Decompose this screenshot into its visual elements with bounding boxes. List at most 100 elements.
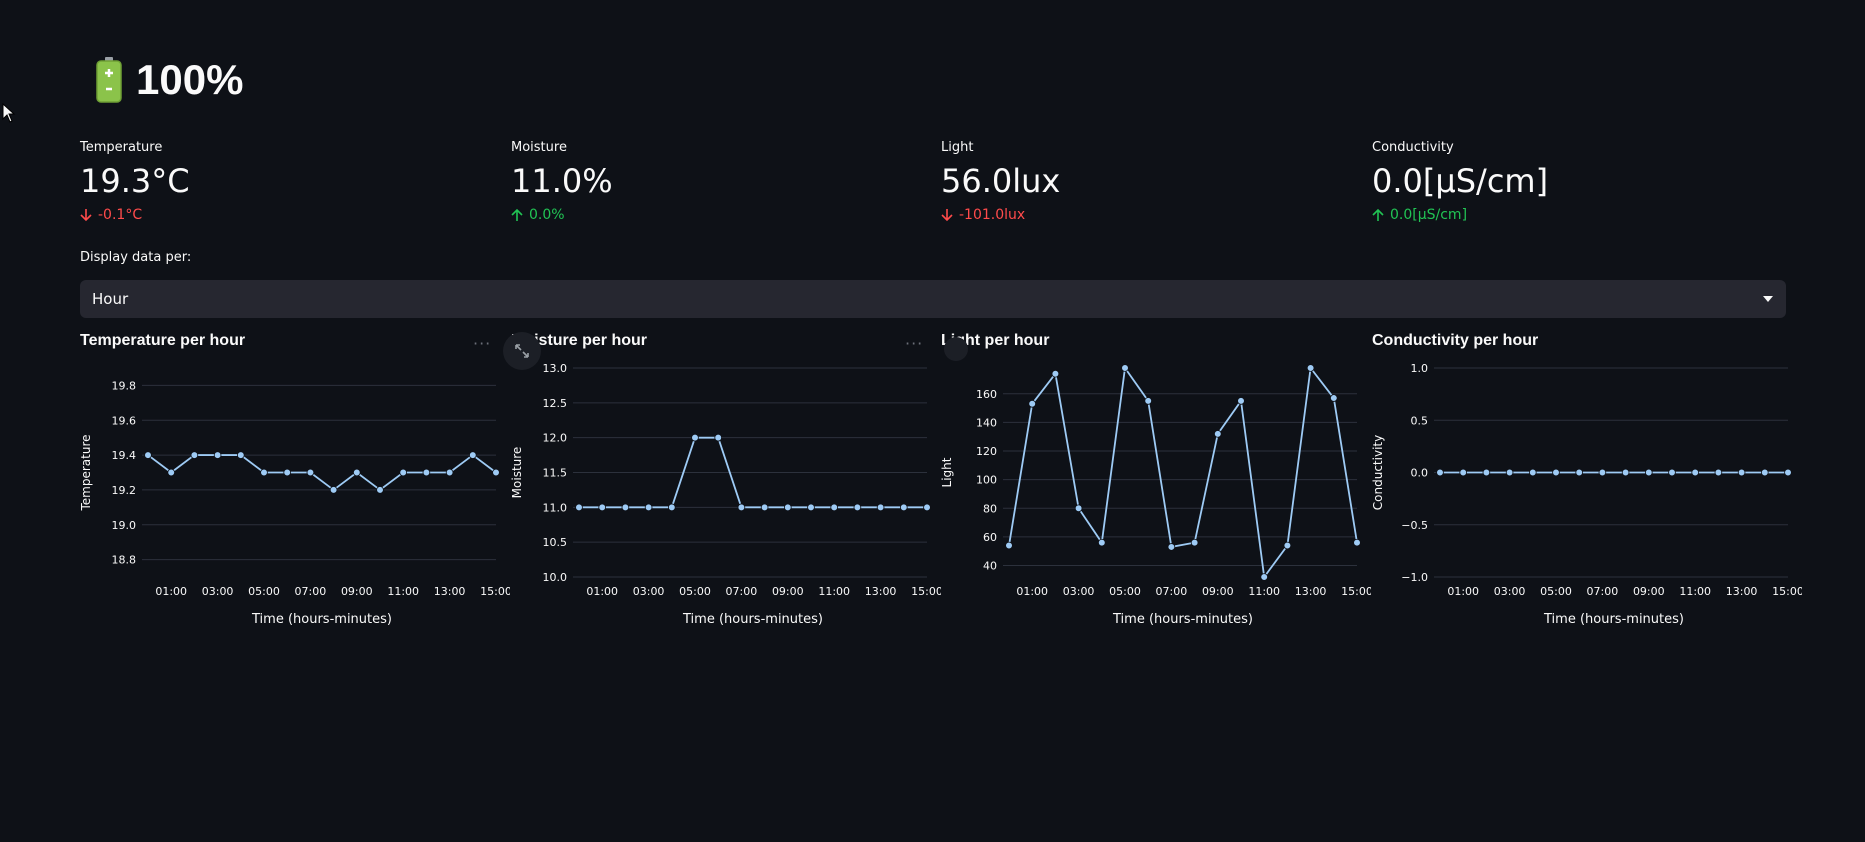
x-tick-label: 13:00: [865, 585, 897, 598]
y-tick-label: 19.4: [112, 449, 137, 462]
data-point: [468, 451, 477, 459]
display-per-select[interactable]: Hour: [80, 280, 1786, 318]
y-tick-label: 12.0: [543, 432, 568, 445]
chart-menu-icon[interactable]: ···: [473, 334, 491, 353]
metric-value: 11.0%: [511, 162, 613, 200]
metric-delta: -101.0lux: [941, 207, 1321, 223]
x-tick-label: 13:00: [434, 585, 466, 598]
chevron-down-icon[interactable]: [1762, 295, 1774, 303]
data-point: [1529, 468, 1537, 477]
x-tick-label: 15:00: [1772, 585, 1802, 598]
metric-label: Moisture: [511, 140, 567, 155]
metric-temperature: Temperature 19.3°C -0.1°C: [80, 140, 460, 223]
data-point: [1552, 468, 1560, 477]
battery-status: 100%: [96, 52, 243, 108]
series-line: [147, 453, 497, 492]
y-tick-label: 40: [983, 560, 997, 573]
metric-delta-value: -101.0lux: [959, 207, 1026, 223]
data-point: [144, 451, 152, 459]
x-tick-label: 07:00: [1156, 585, 1188, 598]
metric-delta-value: 0.0[µS/cm]: [1390, 207, 1468, 223]
x-tick-label: 01:00: [1447, 585, 1479, 598]
chart-svg: −1.0 −0.5 0.0 0.5 1.0 01:00 03:00 05:00 07:00 09:…: [1372, 362, 1802, 627]
data-point: [1329, 394, 1338, 402]
x-tick-label: 09:00: [1633, 585, 1665, 598]
data-point: [807, 503, 815, 512]
data-point: [783, 503, 792, 512]
metric-value: 0.0[µS/cm]: [1372, 162, 1549, 200]
data-point: [213, 451, 222, 459]
data-point: [1436, 468, 1444, 477]
x-tick-label: 15:00: [911, 585, 941, 598]
y-tick-label: 12.5: [543, 397, 568, 410]
x-tick-label: 09:00: [1202, 585, 1234, 598]
series-line: [1008, 365, 1358, 580]
data-point: [260, 468, 268, 477]
x-tick-label: 11:00: [387, 585, 419, 598]
metric-delta: -0.1°C: [80, 207, 460, 223]
y-tick-label: 19.0: [112, 519, 137, 532]
y-tick-label: −1.0: [1401, 571, 1428, 584]
metric-label: Temperature: [80, 140, 163, 155]
data-point: [760, 503, 769, 512]
metric-delta: 0.0[µS/cm]: [1372, 207, 1752, 223]
mouse-cursor-icon: [2, 103, 16, 123]
y-tick-label: 11.5: [543, 467, 568, 480]
metric-moisture: Moisture 11.0% 0.0%: [511, 140, 891, 223]
data-point: [1306, 364, 1315, 372]
x-tick-label: 05:00: [1109, 585, 1141, 598]
x-tick-label: 01:00: [1016, 585, 1048, 598]
data-point: [737, 503, 746, 512]
chart-menu-icon[interactable]: ···: [905, 334, 923, 353]
expand-icon: [515, 344, 529, 358]
chart-svg: 40 60 80 100 120 140 160 01:00 03:00 05:00 07:00 09…: [941, 364, 1371, 627]
data-point: [1098, 538, 1106, 547]
arrow-up-icon: [511, 208, 523, 221]
fullscreen-button[interactable]: [503, 332, 541, 370]
x-axis-title: Time (hours-minutes): [1543, 612, 1684, 627]
y-tick-label: 13.0: [543, 362, 568, 375]
data-point: [1459, 468, 1467, 477]
chart-light: Light per hour 40 60 80 100 120 140 160 01:00 03…: [941, 330, 1371, 670]
data-point: [621, 503, 630, 512]
chart-moisture: Moisture per hour ··· 10.0 10.5 11.0 11.5 12…: [511, 330, 941, 670]
data-point: [1167, 543, 1176, 551]
x-tick-label: 15:00: [480, 585, 510, 598]
metric-delta-value: 0.0%: [529, 207, 565, 223]
y-tick-label: 160: [976, 388, 997, 401]
x-tick-label: 01:00: [586, 585, 618, 598]
data-point: [1051, 369, 1060, 378]
y-tick-label: 140: [976, 416, 997, 429]
x-tick-label: 13:00: [1295, 585, 1327, 598]
data-point: [190, 451, 199, 459]
chart-svg: 10.0 10.5 11.0 11.5 12.0 12.5 13.0 01:00 03:00 05…: [511, 362, 941, 627]
display-per-label: Display data per:: [80, 250, 192, 265]
data-point: [1005, 541, 1013, 550]
data-point: [1575, 468, 1584, 477]
data-point: [1714, 468, 1723, 477]
battery-percentage: 100%: [136, 56, 244, 103]
x-tick-label: 03:00: [202, 585, 234, 598]
x-tick-label: 03:00: [1063, 585, 1095, 598]
x-tick-label: 11:00: [1248, 585, 1280, 598]
x-axis-title: Time (hours-minutes): [251, 612, 392, 627]
y-axis-title: Light: [941, 457, 954, 487]
data-point: [1028, 399, 1036, 408]
data-point: [329, 486, 338, 494]
y-tick-label: 11.0: [543, 501, 568, 514]
x-tick-label: 05:00: [1540, 585, 1572, 598]
fullscreen-button[interactable]: [944, 337, 968, 361]
x-tick-label: 07:00: [295, 585, 327, 598]
data-point: [376, 486, 384, 494]
x-tick-label: 13:00: [1726, 585, 1758, 598]
data-point: [1505, 468, 1514, 477]
chart-svg: 18.8 19.0 19.2 19.4 19.6 19.8 01:00 03:00 05:00 0…: [80, 379, 510, 627]
data-point: [1190, 538, 1199, 547]
data-point: [1353, 538, 1361, 547]
y-tick-label: 10.5: [543, 536, 568, 549]
data-point: [1237, 397, 1245, 405]
data-point: [1074, 504, 1083, 513]
y-tick-label: 19.6: [112, 414, 137, 427]
y-axis-title: Temperature: [80, 434, 93, 511]
data-point: [1121, 364, 1129, 372]
